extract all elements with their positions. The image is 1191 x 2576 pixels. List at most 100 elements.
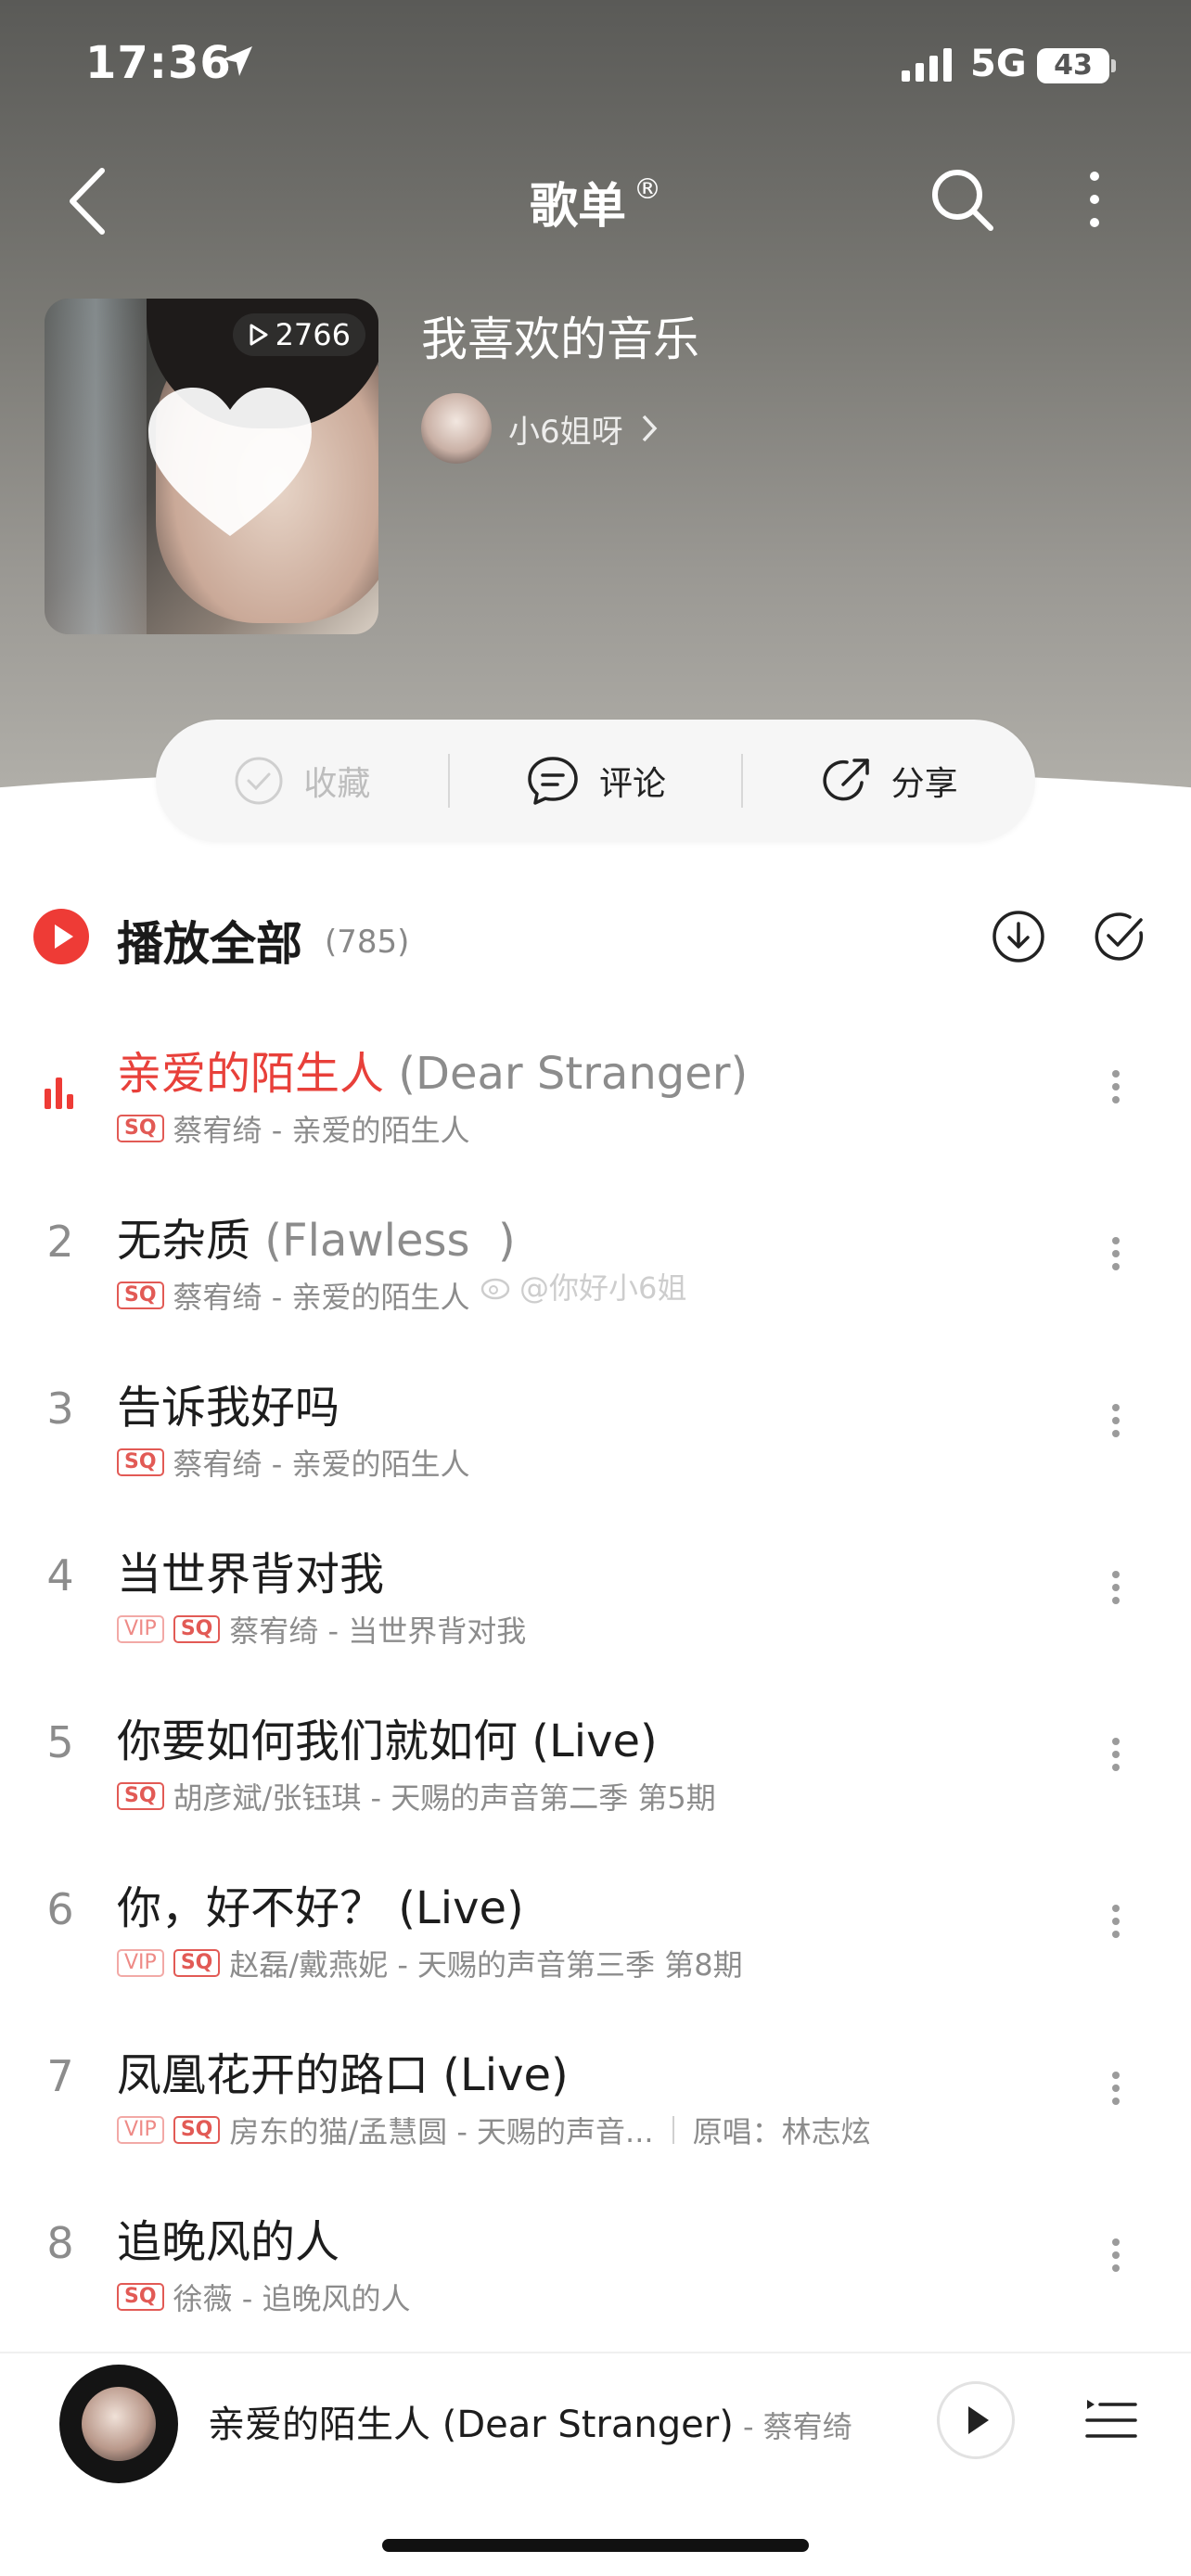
multi-select-icon[interactable] <box>1093 909 1148 964</box>
song-title-alt: (Flawless ) <box>250 1215 516 1267</box>
location-arrow-icon <box>223 46 252 76</box>
share-icon <box>823 759 869 801</box>
song-index: 7 <box>46 2051 74 2101</box>
weibo-logo-icon <box>480 1278 510 1300</box>
play-all-button[interactable] <box>33 909 89 964</box>
vip-badge: VIP <box>117 1949 164 1977</box>
song-index: 2 <box>46 1217 74 1267</box>
song-more-icon[interactable] <box>1102 2066 1130 2131</box>
song-more-icon[interactable] <box>1102 2233 1130 2298</box>
song-index: 3 <box>46 1384 74 1434</box>
home-indicator[interactable] <box>382 2539 809 2552</box>
song-meta: SQ 蔡宥绮 - 亲爱的陌生人 <box>117 1274 469 1317</box>
artist-album: 胡彦斌/张钰琪 - 天赐的声音第二季 第5期 <box>173 1780 716 1816</box>
playlist-actions: 收藏 评论 分享 <box>156 720 1035 842</box>
song-index: 5 <box>46 1717 74 1767</box>
playlist-name: 我喜欢的音乐 <box>421 312 699 366</box>
playlist-queue-icon[interactable] <box>1083 2392 1139 2448</box>
song-more-icon[interactable] <box>1102 1231 1130 1296</box>
status-bar: 17:36 5G 43 <box>0 0 1191 139</box>
comment-label: 评论 <box>599 765 667 803</box>
chevron-right-icon <box>642 414 658 442</box>
avatar[interactable] <box>421 393 492 464</box>
sq-badge: SQ <box>117 1782 164 1810</box>
vip-badge: VIP <box>117 2116 164 2144</box>
battery-nub <box>1111 59 1116 72</box>
search-icon[interactable] <box>926 158 1000 241</box>
creator-link[interactable]: 小6姐呀 <box>421 393 659 464</box>
song-title-text: 追晚风的人 <box>117 2216 340 2268</box>
song-list: 亲爱的陌生人 (Dear Stranger) SQ 蔡宥绮 - 亲爱的陌生人 2 无杂质… <box>0 1011 1191 2346</box>
song-row[interactable]: 5 你要如何我们就如何 (Live) SQ 胡彦斌/张钰琪 - 天赐的声音第二季 第5… <box>0 1678 1191 1845</box>
now-playing-artist: - 蔡宥绮 <box>733 2409 852 2444</box>
song-index: 4 <box>46 1550 74 1600</box>
watermark-text: @你好小6姐 <box>519 1270 687 1306</box>
sq-badge: SQ <box>117 1282 164 1309</box>
sq-badge: SQ <box>117 2283 164 2311</box>
play-outline-icon <box>250 324 268 346</box>
song-title: 凤凰花开的路口 (Live) <box>117 2038 569 2103</box>
song-title-text: 当世界背对我 <box>117 1549 385 1600</box>
collect-button[interactable]: 收藏 <box>156 720 448 842</box>
now-playing-disc[interactable] <box>59 2365 178 2483</box>
song-row[interactable]: 7 凤凰花开的路口 (Live) VIP SQ 房东的猫/孟慧圆 - 天赐的声音... 原… <box>0 2012 1191 2179</box>
song-title-text: 无杂质 <box>117 1215 251 1267</box>
song-row[interactable]: 8 追晚风的人 SQ 徐薇 - 追晚风的人 <box>0 2179 1191 2346</box>
song-title: 当世界背对我 <box>117 1537 384 1602</box>
collect-label: 收藏 <box>303 765 371 803</box>
more-vertical-icon[interactable] <box>1076 158 1113 241</box>
status-time: 17:36 <box>85 37 232 89</box>
song-row[interactable]: 亲爱的陌生人 (Dear Stranger) SQ 蔡宥绮 - 亲爱的陌生人 <box>0 1011 1191 1178</box>
song-title: 告诉我好吗 <box>117 1371 339 1435</box>
song-title-alt: (Dear Stranger) <box>384 1048 749 1100</box>
vip-badge: VIP <box>117 1615 164 1643</box>
heart-icon <box>148 388 312 536</box>
song-title: 亲爱的陌生人 (Dear Stranger) <box>117 1037 748 1102</box>
song-meta: VIP SQ 房东的猫/孟慧圆 - 天赐的声音... 原唱：林志炫 <box>117 2109 871 2151</box>
mini-play-button[interactable] <box>937 2381 1015 2459</box>
now-playing-info[interactable]: 亲爱的陌生人 (Dear Stranger) - 蔡宥绮 <box>208 2394 852 2448</box>
artist-album: 赵磊/戴燕妮 - 天赐的声音第三季 第8期 <box>229 1947 743 1983</box>
registered-mark: ® <box>634 173 661 206</box>
play-all-row[interactable]: 播放全部 (785) <box>0 890 1191 983</box>
play-count-badge: 2766 <box>232 313 365 356</box>
artist-album: 徐薇 - 追晚风的人 <box>173 2281 411 2316</box>
song-title: 无杂质 (Flawless ) <box>117 1204 516 1269</box>
mini-player[interactable]: 亲爱的陌生人 (Dear Stranger) - 蔡宥绮 <box>0 2352 1191 2483</box>
song-index: 8 <box>46 2218 74 2268</box>
original-singer: 原唱：林志炫 <box>692 2114 871 2149</box>
song-title: 你要如何我们就如何 (Live) <box>117 1704 658 1769</box>
song-title-text: 你，好不好？ (Live) <box>117 1882 524 1934</box>
top-nav: 歌单 ® <box>0 148 1191 260</box>
share-label: 分享 <box>890 765 958 803</box>
song-more-icon[interactable] <box>1102 1398 1130 1463</box>
song-row[interactable]: 2 无杂质 (Flawless ) SQ 蔡宥绮 - 亲爱的陌生人 <box>0 1178 1191 1345</box>
song-row[interactable]: 3 告诉我好吗 SQ 蔡宥绮 - 亲爱的陌生人 <box>0 1345 1191 1511</box>
cellular-signal-icon <box>902 46 952 82</box>
artist-album: 蔡宥绮 - 亲爱的陌生人 <box>173 1113 470 1148</box>
song-row[interactable]: 6 你，好不好？ (Live) VIP SQ 赵磊/戴燕妮 - 天赐的声音第三季 第8期 <box>0 1845 1191 2012</box>
download-icon[interactable] <box>991 909 1046 964</box>
play-all-label[interactable]: 播放全部 <box>117 907 302 974</box>
page-title-text: 歌单 <box>529 179 626 235</box>
creator-name[interactable]: 小6姐呀 <box>508 406 623 452</box>
song-more-icon[interactable] <box>1102 1565 1130 1630</box>
meta-divider <box>672 2116 674 2144</box>
check-circle-icon <box>235 757 283 805</box>
playlist-cover[interactable]: 2766 <box>45 299 378 634</box>
song-more-icon[interactable] <box>1102 1065 1130 1129</box>
song-index: 6 <box>46 1884 74 1934</box>
page-title: 歌单 ® <box>0 167 1191 236</box>
song-more-icon[interactable] <box>1102 1732 1130 1797</box>
song-meta: SQ 蔡宥绮 - 亲爱的陌生人 <box>117 1441 469 1484</box>
share-button[interactable]: 分享 <box>743 720 1035 842</box>
song-meta: SQ 徐薇 - 追晚风的人 <box>117 2276 410 2318</box>
song-more-icon[interactable] <box>1102 1899 1130 1964</box>
song-meta: VIP SQ 赵磊/戴燕妮 - 天赐的声音第三季 第8期 <box>117 1942 743 1984</box>
sq-badge: SQ <box>173 1615 221 1643</box>
comment-button[interactable]: 评论 <box>450 720 742 842</box>
comment-icon <box>528 757 578 805</box>
song-title-text: 凤凰花开的路口 (Live) <box>117 2049 569 2101</box>
song-meta: SQ 蔡宥绮 - 亲爱的陌生人 <box>117 1107 469 1150</box>
song-row[interactable]: 4 当世界背对我 VIP SQ 蔡宥绮 - 当世界背对我 <box>0 1511 1191 1678</box>
